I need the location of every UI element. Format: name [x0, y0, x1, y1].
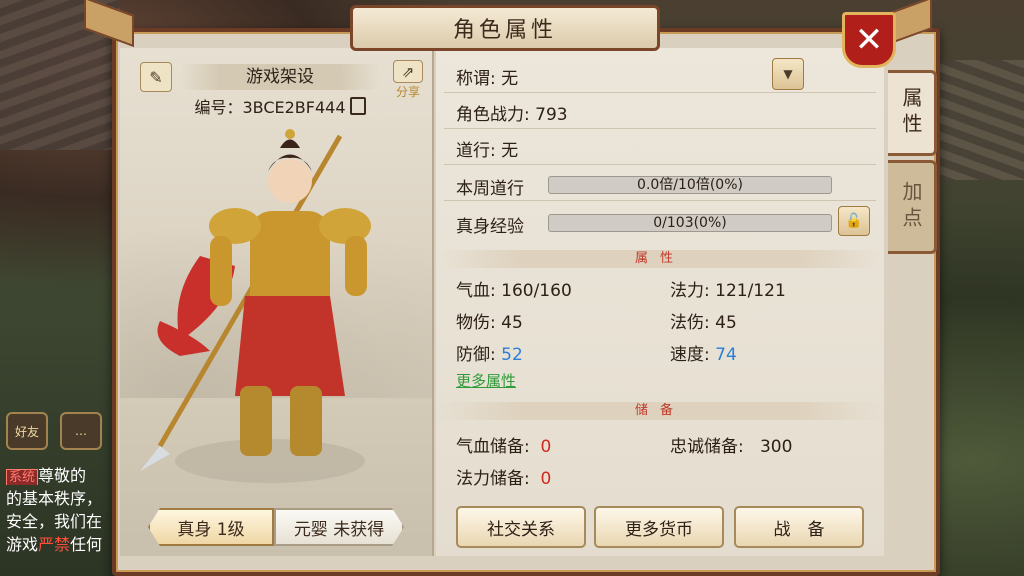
roof-decoration-right — [934, 60, 1024, 180]
system-tag: 系统 — [6, 469, 39, 485]
chevron-down-icon: ▼ — [783, 67, 793, 81]
mp-reserve: 法力储备: 0 — [456, 469, 552, 489]
chat-line: 游戏严禁任何 — [6, 535, 103, 554]
defense: 防御: 52 — [456, 345, 523, 365]
reserves-section-title: 储备 — [436, 402, 884, 420]
hp-reserve: 气血储备: 0 — [456, 437, 552, 457]
character-id: 编号：3BCE2BF444 — [180, 94, 380, 118]
panel-title: 角色属性 — [350, 5, 660, 51]
mag-atk: 法伤: 45 — [670, 313, 737, 333]
share-button[interactable]: ⇗ 分享 — [392, 60, 424, 100]
hp-value: 气血: 160/160 — [456, 281, 572, 301]
true-exp-label: 真身经验 — [456, 217, 524, 237]
attribute-info: 称谓: 无 ▼ 角色战力: 793 道行: 无 本周道行 0.0倍/10倍(0%… — [436, 48, 884, 556]
share-label: 分享 — [395, 85, 420, 99]
true-exp-bar: 0/103(0%) — [548, 214, 832, 232]
weekly-dao-label: 本周道行 — [456, 179, 524, 199]
chat-line: 的基本秩序， — [6, 489, 103, 508]
chat-bubble-icon[interactable]: … — [60, 412, 102, 450]
chat-shortcuts: 好友 … — [6, 412, 102, 450]
weekly-dao-bar: 0.0倍/10倍(0%) — [548, 176, 832, 194]
equip-button[interactable]: 战 备 — [734, 506, 864, 548]
edit-name-button[interactable]: ✎ — [140, 62, 172, 92]
title-row: 称谓: 无 — [456, 69, 519, 89]
divider — [444, 200, 876, 201]
character-name: 游戏架设 — [180, 64, 380, 90]
divider — [444, 92, 876, 93]
form-tabs: 真身 1级 元婴 未获得 — [148, 508, 404, 546]
chat-line: 安全，我们在 — [6, 512, 103, 531]
dao-row: 道行: 无 — [456, 141, 519, 161]
attributes-section-title: 属性 — [436, 250, 884, 268]
currency-button[interactable]: 更多货币 — [594, 506, 724, 548]
chat-line: 系统 尊敬的 — [6, 462, 116, 485]
loyalty-reserve: 忠诚储备: 300 — [670, 437, 793, 457]
share-icon: ⇗ — [393, 60, 423, 83]
divider — [444, 128, 876, 129]
divider — [444, 164, 876, 165]
friend-button[interactable]: 好友 — [6, 412, 48, 450]
more-attributes-link[interactable]: 更多属性 — [456, 370, 516, 391]
character-portrait — [140, 129, 371, 483]
character-view: ✎ 游戏架设 编号：3BCE2BF444 ⇗ 分享 真身 1级 元婴 未获得 — [120, 48, 434, 556]
title-dropdown-button[interactable]: ▼ — [772, 58, 804, 90]
social-button[interactable]: 社交关系 — [456, 506, 586, 548]
copy-icon[interactable] — [349, 97, 366, 115]
phys-atk: 物伤: 45 — [456, 313, 523, 333]
lock-icon: 🔓 — [845, 213, 863, 229]
tab-true-body[interactable]: 真身 1级 — [148, 508, 275, 546]
chat-panel[interactable]: 系统 尊敬的 的基本秩序， 安全，我们在 游戏严禁任何 — [6, 462, 116, 554]
tab-allocate-points[interactable]: 加点 — [888, 160, 937, 254]
pencil-icon: ✎ — [149, 67, 163, 87]
close-button[interactable]: ✕ — [842, 12, 896, 68]
lock-button[interactable]: 🔓 — [838, 206, 870, 236]
mp-value: 法力: 121/121 — [670, 281, 786, 301]
combat-power: 角色战力: 793 — [456, 105, 568, 125]
speed: 速度: 74 — [670, 345, 737, 365]
tab-attributes[interactable]: 属性 — [888, 70, 937, 156]
tab-nascent-soul[interactable]: 元婴 未获得 — [274, 508, 404, 546]
close-icon: ✕ — [854, 20, 884, 60]
